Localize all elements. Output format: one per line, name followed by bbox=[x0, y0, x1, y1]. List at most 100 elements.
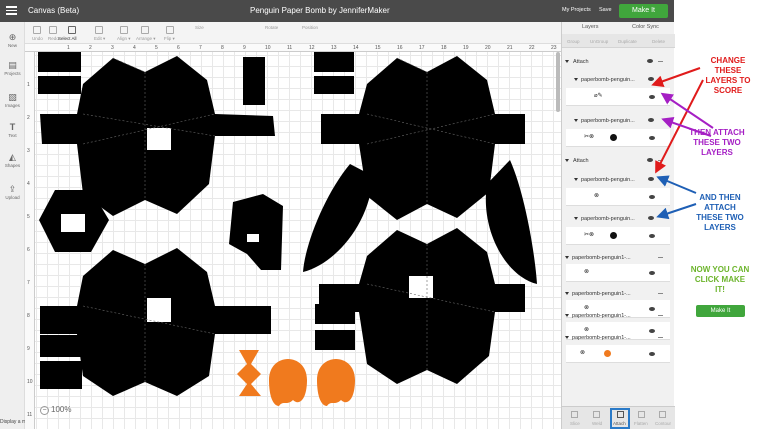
rail-shapes[interactable]: ◭ Shapes bbox=[0, 152, 25, 168]
rail-new[interactable]: ⊕ New bbox=[0, 32, 25, 48]
chevron-down-icon[interactable] bbox=[565, 292, 569, 295]
layer-row[interactable]: paperbomb-penguin... bbox=[562, 174, 675, 185]
select-all-icon[interactable] bbox=[68, 26, 76, 34]
slice-icon[interactable] bbox=[571, 411, 578, 418]
layer-group-attach[interactable]: Attach bbox=[562, 155, 675, 166]
hamburger-menu-icon[interactable] bbox=[6, 6, 17, 15]
align-icon[interactable] bbox=[120, 26, 128, 34]
layer-row[interactable]: paperbomb-penguin... bbox=[562, 115, 675, 126]
layers-panel: Layers Color Sync Group UnGroup Duplicat… bbox=[561, 22, 675, 429]
select-all-button[interactable]: Select All bbox=[58, 36, 77, 41]
collapse-icon[interactable] bbox=[658, 160, 663, 161]
color-swatch[interactable] bbox=[610, 232, 617, 239]
collapse-icon[interactable] bbox=[658, 315, 663, 316]
undo-button[interactable]: Undo bbox=[32, 36, 43, 41]
chevron-down-icon[interactable] bbox=[565, 60, 569, 63]
layer-row[interactable]: paperbomb-penguin1-... bbox=[562, 252, 675, 263]
collapse-icon[interactable] bbox=[658, 293, 663, 294]
layer-detail[interactable]: ⌀✎ bbox=[566, 88, 670, 106]
arrange-icon[interactable] bbox=[141, 26, 149, 34]
chevron-down-icon[interactable] bbox=[574, 178, 578, 181]
redo-icon[interactable] bbox=[49, 26, 57, 34]
edit-icon[interactable] bbox=[95, 26, 103, 34]
layer-row[interactable]: paperbomb-penguin1-... bbox=[562, 310, 675, 321]
eye-icon[interactable] bbox=[649, 271, 655, 275]
flip-icon[interactable] bbox=[166, 26, 174, 34]
eye-icon[interactable] bbox=[648, 216, 654, 220]
layer-detail[interactable]: ✂⊗ bbox=[566, 129, 670, 147]
flip-menu[interactable]: Flip ▾ bbox=[164, 36, 175, 42]
chevron-down-icon[interactable] bbox=[565, 336, 569, 339]
slice-button[interactable]: Slice bbox=[570, 421, 580, 426]
eye-icon[interactable] bbox=[647, 59, 653, 63]
delete-button[interactable]: Delete bbox=[652, 39, 665, 44]
eye-icon[interactable] bbox=[648, 77, 654, 81]
chevron-down-icon[interactable] bbox=[574, 119, 578, 122]
layer-ops: ⊗ bbox=[580, 350, 586, 356]
chevron-down-icon[interactable] bbox=[565, 159, 569, 162]
color-swatch[interactable] bbox=[604, 350, 611, 357]
layer-row[interactable]: paperbomb-penguin... bbox=[562, 74, 675, 85]
rail-text[interactable]: T Text bbox=[0, 122, 25, 138]
chevron-down-icon[interactable] bbox=[574, 78, 578, 81]
zoom-out-icon[interactable]: − bbox=[40, 406, 49, 415]
eye-icon[interactable] bbox=[649, 195, 655, 199]
flatten-button[interactable]: Flatten bbox=[634, 421, 648, 426]
layer-group-attach[interactable]: Attach bbox=[562, 56, 675, 67]
undo-icon[interactable] bbox=[33, 26, 41, 34]
arrange-menu[interactable]: Arrange ▾ bbox=[136, 36, 156, 42]
rail-upload[interactable]: ⇪ Upload bbox=[0, 184, 25, 200]
layer-name: paperbomb-penguin1-... bbox=[572, 291, 631, 297]
make-it-button[interactable]: Make It bbox=[619, 4, 668, 18]
layer-ops: ⌀✎ bbox=[594, 93, 603, 99]
layer-row[interactable]: paperbomb-penguin1-... bbox=[562, 288, 675, 299]
image-icon: ▧ bbox=[8, 92, 17, 102]
collapse-icon[interactable] bbox=[658, 257, 663, 258]
chevron-down-icon[interactable] bbox=[565, 314, 569, 317]
layer-detail[interactable]: ⊗ bbox=[566, 264, 670, 282]
edit-menu[interactable]: Edit ▾ bbox=[94, 36, 105, 42]
chevron-down-icon[interactable] bbox=[574, 217, 578, 220]
piece-window bbox=[61, 214, 85, 232]
layer-row[interactable]: paperbomb-penguin... bbox=[562, 213, 675, 224]
eye-icon[interactable] bbox=[648, 177, 654, 181]
layer-detail[interactable]: ✂⊗ bbox=[566, 227, 670, 245]
document-title: Penguin Paper Bomb by JenniferMaker bbox=[250, 6, 390, 15]
layer-detail[interactable]: ⊗ bbox=[566, 345, 670, 363]
layer-row[interactable]: paperbomb-penguin1-... bbox=[562, 332, 675, 343]
save-button[interactable]: Save bbox=[599, 7, 612, 13]
contour-icon[interactable] bbox=[659, 411, 666, 418]
eye-icon[interactable] bbox=[648, 118, 654, 122]
weld-button[interactable]: Weld bbox=[592, 421, 602, 426]
eye-icon[interactable] bbox=[649, 352, 655, 356]
contour-button[interactable]: Contour bbox=[655, 421, 671, 426]
rail-images[interactable]: ▧ Images bbox=[0, 92, 25, 108]
piece-tab-rect bbox=[40, 335, 82, 357]
align-menu[interactable]: Align ▾ bbox=[117, 36, 131, 42]
eye-icon[interactable] bbox=[649, 136, 655, 140]
tab-layers[interactable]: Layers bbox=[582, 24, 599, 30]
chevron-down-icon[interactable] bbox=[565, 256, 569, 259]
top-bar: Canvas (Beta) Penguin Paper Bomb by Jenn… bbox=[0, 0, 674, 22]
rail-projects[interactable]: ▤ Projects bbox=[0, 60, 25, 76]
eye-icon[interactable] bbox=[649, 95, 655, 99]
eye-icon[interactable] bbox=[647, 158, 653, 162]
layer-detail[interactable]: ⊗ bbox=[566, 188, 670, 206]
layer-ops: ✂⊗ bbox=[584, 134, 595, 140]
collapse-icon[interactable] bbox=[658, 61, 663, 62]
piece-tab-rect bbox=[314, 76, 354, 94]
rail-shapes-label: Shapes bbox=[4, 163, 21, 168]
ungroup-button[interactable]: UnGroup bbox=[590, 39, 608, 44]
eye-icon[interactable] bbox=[649, 234, 655, 238]
weld-icon[interactable] bbox=[593, 411, 600, 418]
zoom-control[interactable]: −100% bbox=[40, 405, 71, 415]
duplicate-button[interactable]: Duplicate bbox=[618, 39, 637, 44]
flatten-icon[interactable] bbox=[638, 411, 645, 418]
tab-color-sync[interactable]: Color Sync bbox=[632, 24, 659, 30]
color-swatch[interactable] bbox=[610, 134, 617, 141]
plus-circle-icon: ⊕ bbox=[8, 32, 17, 42]
my-projects-link[interactable]: My Projects bbox=[562, 7, 591, 13]
collapse-icon[interactable] bbox=[658, 337, 663, 338]
group-button[interactable]: Group bbox=[567, 39, 580, 44]
annotation-attach-second: AND THEN ATTACH THESE TWO LAYERS bbox=[696, 193, 744, 232]
